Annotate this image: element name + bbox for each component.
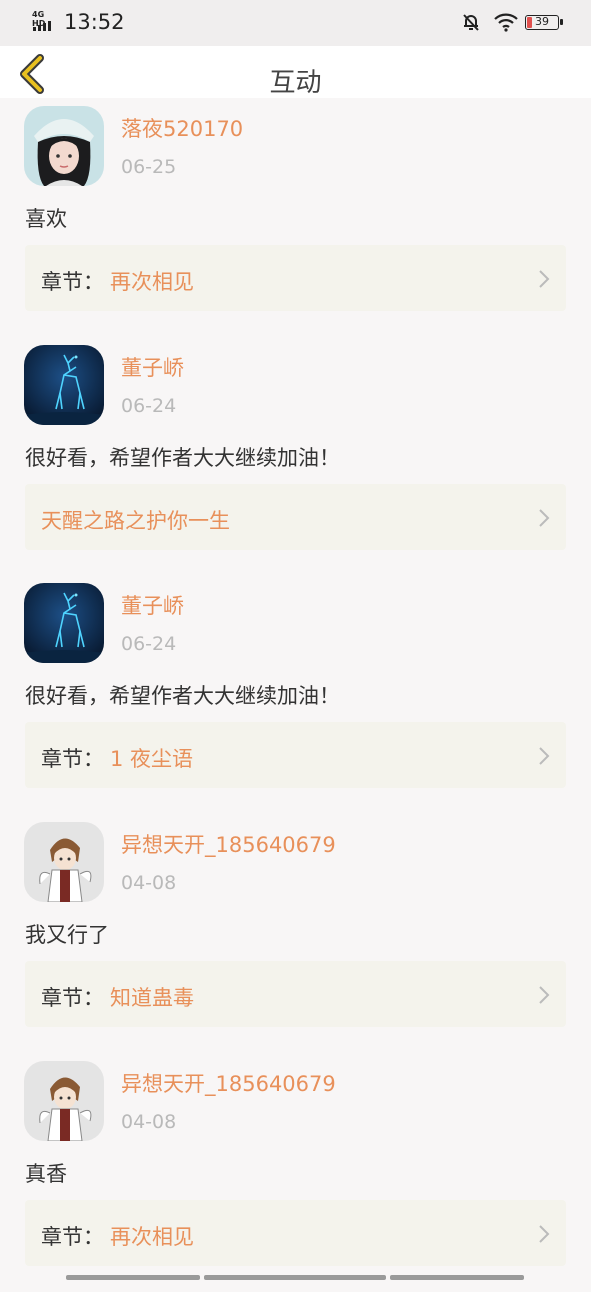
user-avatar[interactable] <box>24 822 104 902</box>
comment-item: 落夜520170 06-25 喜欢 章节： 再次相见 <box>0 98 591 337</box>
comment-text: 真香 <box>25 1162 67 1186</box>
user-avatar[interactable] <box>24 1061 104 1141</box>
page-title: 互动 <box>269 68 322 98</box>
chevron-right-icon <box>539 509 550 527</box>
wifi-icon <box>493 12 519 36</box>
chevron-right-icon <box>539 270 550 288</box>
comment-text: 很好看，希望作者大大继续加油！ <box>25 684 340 708</box>
status-bar: 4G HD 13:52 39 <box>0 0 591 46</box>
comment-date: 04-08 <box>121 872 177 894</box>
comment-date: 06-24 <box>121 395 177 417</box>
chapter-label: 章节： <box>41 270 104 294</box>
chapter-label: 章节： <box>41 986 104 1010</box>
girl-avatar-icon <box>24 106 104 186</box>
chapter-name: 天醒之路之护你一生 <box>41 509 230 533</box>
gesture-bar-left <box>66 1275 200 1280</box>
comment-text: 很好看，希望作者大大继续加油！ <box>25 446 340 470</box>
chapter-link[interactable]: 章节： 再次相见 <box>25 245 566 311</box>
username[interactable]: 董子峤 <box>121 590 184 620</box>
chevron-right-icon <box>539 986 550 1004</box>
comment-date: 06-24 <box>121 633 177 655</box>
network-indicator: 4G HD <box>32 10 58 33</box>
chapter-link[interactable]: 天醒之路之护你一生 <box>25 484 566 550</box>
chapter-label: 章节： <box>41 747 104 771</box>
gesture-bar-center <box>204 1275 386 1280</box>
deer-avatar-icon <box>24 583 104 663</box>
anime-boy-avatar-icon <box>24 1061 104 1141</box>
chapter-name: 再次相见 <box>110 270 194 294</box>
comment-item: 异想天开_185640679 04-08 我又行了 章节： 知道蛊毒 <box>0 814 591 1053</box>
comment-item: 董子峤 06-24 很好看，希望作者大大继续加油！ 天醒之路之护你一生 <box>0 337 591 576</box>
chapter-name: 知道蛊毒 <box>110 986 194 1010</box>
comment-text: 喜欢 <box>25 207 67 231</box>
battery-icon: 39 <box>525 15 563 30</box>
battery-level: 39 <box>535 15 549 28</box>
comment-item: 异想天开_185640679 04-08 真香 章节： 再次相见 <box>0 1053 591 1292</box>
comment-item: 董子峤 06-24 很好看，希望作者大大继续加油！ 章节： 1 夜尘语 <box>0 575 591 814</box>
chapter-name: 再次相见 <box>110 1225 194 1249</box>
username[interactable]: 异想天开_185640679 <box>121 829 336 859</box>
anime-boy-avatar-icon <box>24 822 104 902</box>
user-avatar[interactable] <box>24 583 104 663</box>
deer-avatar-icon <box>24 345 104 425</box>
mute-bell-icon <box>461 12 481 36</box>
comment-date: 06-25 <box>121 156 177 178</box>
user-avatar[interactable] <box>24 106 104 186</box>
chapter-label: 章节： <box>41 1225 104 1249</box>
user-avatar[interactable] <box>24 345 104 425</box>
chapter-link[interactable]: 章节： 再次相见 <box>25 1200 566 1266</box>
username[interactable]: 落夜520170 <box>121 113 243 143</box>
chapter-name: 1 夜尘语 <box>110 747 194 771</box>
chapter-link[interactable]: 章节： 1 夜尘语 <box>25 722 566 788</box>
comment-date: 04-08 <box>121 1111 177 1133</box>
chevron-right-icon <box>539 747 550 765</box>
username[interactable]: 董子峤 <box>121 352 184 382</box>
comment-text: 我又行了 <box>25 923 109 947</box>
username[interactable]: 异想天开_185640679 <box>121 1068 336 1098</box>
nav-bar: 互动 <box>0 46 591 98</box>
chevron-right-icon <box>539 1225 550 1243</box>
clock: 13:52 <box>64 10 125 34</box>
gesture-bar-right <box>390 1275 524 1280</box>
chapter-link[interactable]: 章节： 知道蛊毒 <box>25 961 566 1027</box>
